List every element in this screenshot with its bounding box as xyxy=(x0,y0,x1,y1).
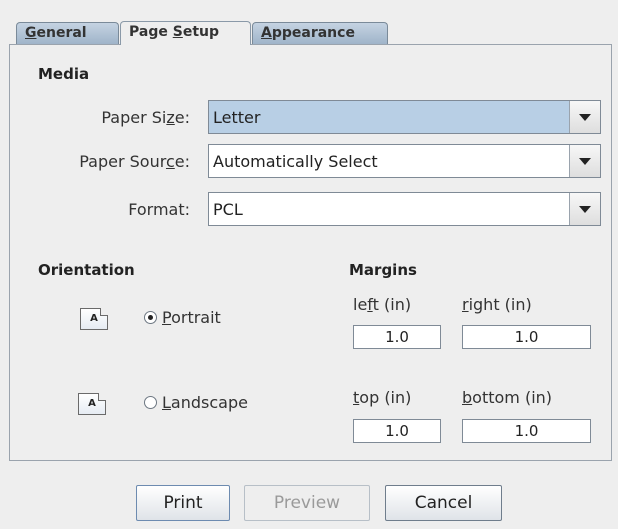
portrait-mnemonic: P xyxy=(162,308,172,327)
paper-size-select[interactable]: Letter xyxy=(208,100,601,134)
portrait-label[interactable]: Portrait xyxy=(162,308,221,327)
cancel-button[interactable]: Cancel xyxy=(385,485,502,521)
tab-page-setup-label: Page xyxy=(129,24,173,40)
margin-bottom-label: bottom (in) xyxy=(462,388,552,407)
margins-title: Margins xyxy=(349,261,417,279)
landscape-radio[interactable] xyxy=(144,396,157,409)
format-label: Format: xyxy=(128,200,190,219)
paper-source-select[interactable]: Automatically Select xyxy=(208,144,601,178)
margin-bottom-label-post: ottom (in) xyxy=(472,388,553,407)
margin-bottom-label-mnemonic: b xyxy=(462,388,473,407)
margin-right-label-mnemonic: r xyxy=(462,295,469,314)
tab-appearance-label: ppearance xyxy=(271,25,355,41)
preview-button[interactable]: Preview xyxy=(244,485,370,521)
tab-page-setup-label-rest: etup xyxy=(182,24,220,40)
paper-size-value: Letter xyxy=(213,108,261,127)
margin-left-label-pre: le xyxy=(353,295,368,314)
portrait-radio[interactable] xyxy=(144,311,157,324)
paper-size-label-tail: e: xyxy=(174,108,190,127)
margin-right-label-post: ight (in) xyxy=(468,295,532,314)
margin-bottom-input[interactable]: 1.0 xyxy=(462,419,591,443)
margin-right-label: right (in) xyxy=(462,295,532,314)
paper-source-label: Paper Source: xyxy=(20,152,190,171)
print-button[interactable]: Print xyxy=(136,485,230,521)
paper-source-label-text: Paper Sour xyxy=(79,152,166,171)
tab-general[interactable]: General xyxy=(16,22,119,44)
tab-page-setup-mnemonic: S xyxy=(172,24,183,40)
tab-appearance-mnemonic: A xyxy=(261,25,272,41)
landscape-label-text: andscape xyxy=(170,393,248,412)
margin-top-input[interactable]: 1.0 xyxy=(353,419,441,443)
orientation-title: Orientation xyxy=(38,261,135,279)
landscape-label[interactable]: Landscape xyxy=(162,393,248,412)
margin-right-input[interactable]: 1.0 xyxy=(462,325,591,349)
page-setup-panel: Media Paper Size: Letter Paper Source: A… xyxy=(9,44,612,461)
chevron-down-icon[interactable] xyxy=(569,145,600,177)
paper-source-label-mnemonic: c xyxy=(165,152,175,171)
portrait-page-icon: A xyxy=(80,308,108,330)
margin-left-input[interactable]: 1.0 xyxy=(353,325,441,349)
tab-general-mnemonic: G xyxy=(25,25,37,41)
landscape-page-icon: A xyxy=(78,393,106,415)
margin-left-label-post: t (in) xyxy=(372,295,412,314)
tab-appearance[interactable]: Appearance xyxy=(252,22,388,44)
landscape-mnemonic: L xyxy=(162,393,171,412)
media-title: Media xyxy=(38,65,90,83)
margin-left-label: left (in) xyxy=(353,295,411,314)
margin-top-label: top (in) xyxy=(353,388,411,407)
tab-general-label: eneral xyxy=(36,25,87,41)
paper-source-label-tail: e: xyxy=(174,152,190,171)
format-value: PCL xyxy=(213,200,243,219)
chevron-down-icon[interactable] xyxy=(569,101,600,133)
portrait-label-text: ortrait xyxy=(171,308,221,327)
paper-size-label: Paper Size: xyxy=(50,108,190,127)
chevron-down-icon[interactable] xyxy=(569,193,600,225)
tab-page-setup[interactable]: Page Setup xyxy=(120,21,251,45)
format-select[interactable]: PCL xyxy=(208,192,601,226)
paper-source-value: Automatically Select xyxy=(213,152,378,171)
paper-size-label-mnemonic: z xyxy=(166,108,175,127)
paper-size-label-text: Paper Si xyxy=(101,108,167,127)
margin-top-label-post: op (in) xyxy=(359,388,412,407)
